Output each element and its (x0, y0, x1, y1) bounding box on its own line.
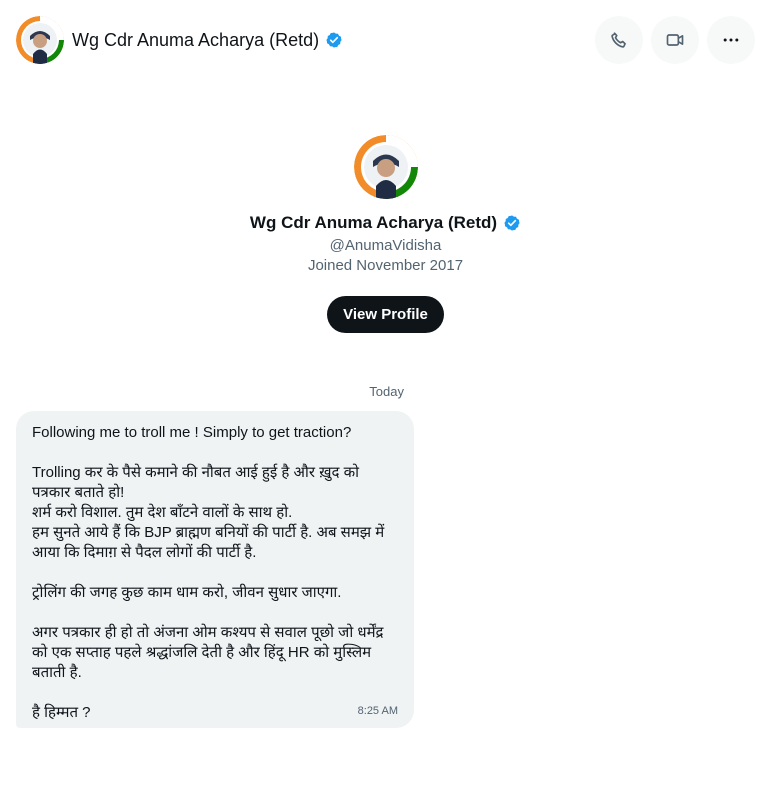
header-name-text[interactable]: Wg Cdr Anuma Acharya (Retd) (72, 28, 319, 52)
more-options-button[interactable] (707, 16, 755, 64)
call-button[interactable] (595, 16, 643, 64)
header-name[interactable]: Wg Cdr Anuma Acharya (Retd) (72, 28, 343, 52)
more-icon (723, 38, 739, 42)
message-text: Following me to troll me ! Simply to get… (32, 424, 385, 721)
profile-avatar-image (353, 135, 418, 199)
video-call-button[interactable] (651, 16, 699, 64)
profile-joined-date: Joined November 2017 (307, 257, 464, 274)
profile-handle: @AnumaVidisha (329, 237, 442, 254)
date-separator: Today (369, 384, 404, 399)
profile-name[interactable]: Wg Cdr Anuma Acharya (Retd) (250, 212, 497, 234)
phone-icon (611, 32, 626, 48)
verified-badge-icon (504, 215, 520, 231)
video-icon (666, 34, 684, 46)
profile-avatar[interactable] (353, 135, 418, 199)
avatar-image (16, 16, 64, 64)
profile-name-row[interactable]: Wg Cdr Anuma Acharya (Retd) (250, 212, 521, 234)
view-profile-button[interactable]: View Profile (327, 296, 444, 333)
conversation-header: Wg Cdr Anuma Acharya (Retd) (0, 0, 771, 80)
message-bubble[interactable]: Following me to troll me ! Simply to get… (16, 411, 414, 728)
profile-card: Wg Cdr Anuma Acharya (Retd) @AnumaVidish… (0, 135, 771, 333)
message-timestamp: 8:25 AM (357, 705, 398, 717)
verified-badge-icon (326, 32, 342, 48)
header-avatar[interactable] (16, 16, 64, 64)
